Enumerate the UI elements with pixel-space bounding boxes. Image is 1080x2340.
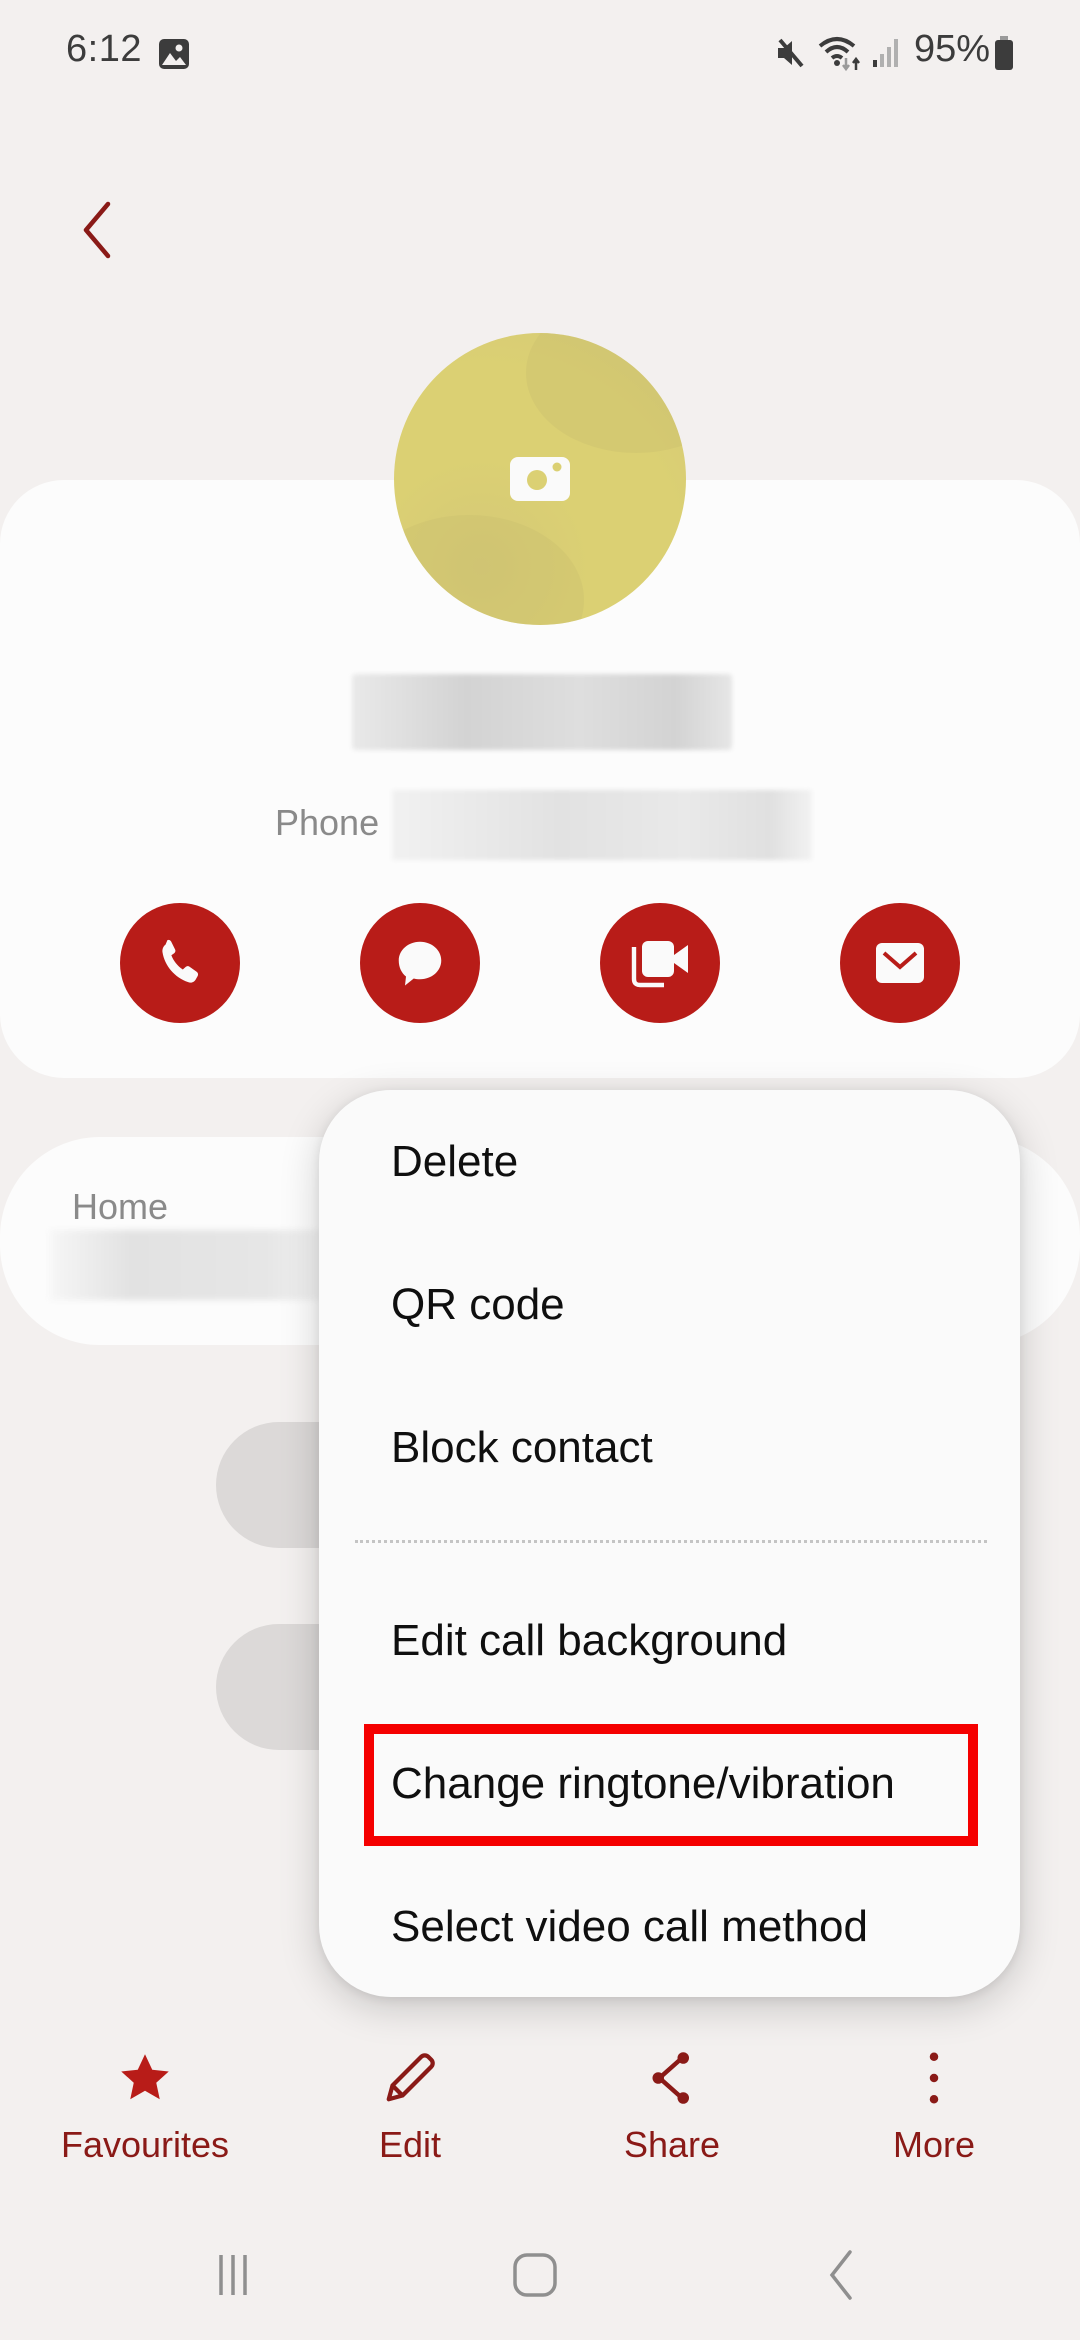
wifi-icon — [818, 37, 860, 72]
gallery-icon — [159, 39, 189, 69]
email-icon — [876, 943, 924, 983]
menu-item-delete[interactable]: Delete — [319, 1112, 1020, 1212]
message-button[interactable] — [360, 903, 480, 1023]
signal-icon — [873, 39, 898, 67]
more-label: More — [892, 2124, 976, 2165]
camera-icon — [510, 457, 570, 501]
call-button[interactable] — [120, 903, 240, 1023]
share-icon — [652, 2052, 689, 2104]
phone-icon — [162, 939, 199, 983]
battery-percent: 95% — [914, 28, 991, 70]
favourites-button[interactable]: Favourites — [45, 2048, 245, 2178]
menu-divider — [355, 1540, 987, 1543]
contact-name: Redacted name — [352, 674, 732, 750]
menu-item-select-video-call-method[interactable]: Select video call method — [319, 1877, 1020, 1977]
menu-item-qr-code[interactable]: QR code — [319, 1255, 1020, 1355]
favourites-label: Favourites — [60, 2124, 230, 2165]
phone-number: Redacted number — [392, 790, 812, 860]
home-label: Home — [72, 1186, 169, 1227]
pencil-icon — [386, 2053, 435, 2102]
menu-item-edit-call-background[interactable]: Edit call background — [319, 1591, 1020, 1691]
menu-item-change-ringtone[interactable]: Change ringtone/vibration — [319, 1734, 1020, 1834]
mute-icon — [778, 38, 804, 68]
home-address: Redacted address — [50, 1230, 320, 1300]
share-button[interactable]: Share — [572, 2048, 772, 2178]
back-icon — [829, 2250, 852, 2300]
video-icon — [631, 941, 688, 988]
edit-label: Edit — [378, 2124, 442, 2165]
video-call-button[interactable] — [600, 903, 720, 1023]
nav-back-button[interactable] — [790, 2240, 890, 2310]
more-button[interactable]: More — [834, 2048, 1034, 2178]
nav-recents-button[interactable] — [183, 2240, 283, 2310]
home-icon — [513, 2253, 557, 2297]
edit-button[interactable]: Edit — [310, 2048, 510, 2178]
menu-item-block-contact[interactable]: Block contact — [319, 1398, 1020, 1498]
contact-avatar[interactable] — [394, 333, 686, 625]
email-button[interactable] — [840, 903, 960, 1023]
share-label: Share — [623, 2124, 721, 2165]
chevron-left-icon — [83, 201, 111, 259]
status-time: 6:12 — [66, 28, 142, 70]
nav-home-button[interactable] — [485, 2240, 585, 2310]
star-icon — [121, 2054, 169, 2100]
back-button[interactable] — [66, 190, 126, 270]
message-icon — [398, 941, 442, 986]
recents-icon — [219, 2255, 247, 2295]
more-options-menu — [319, 1090, 1020, 1997]
battery-icon — [995, 36, 1013, 70]
phone-label: Phone — [275, 802, 380, 843]
more-vertical-icon — [929, 2052, 939, 2104]
